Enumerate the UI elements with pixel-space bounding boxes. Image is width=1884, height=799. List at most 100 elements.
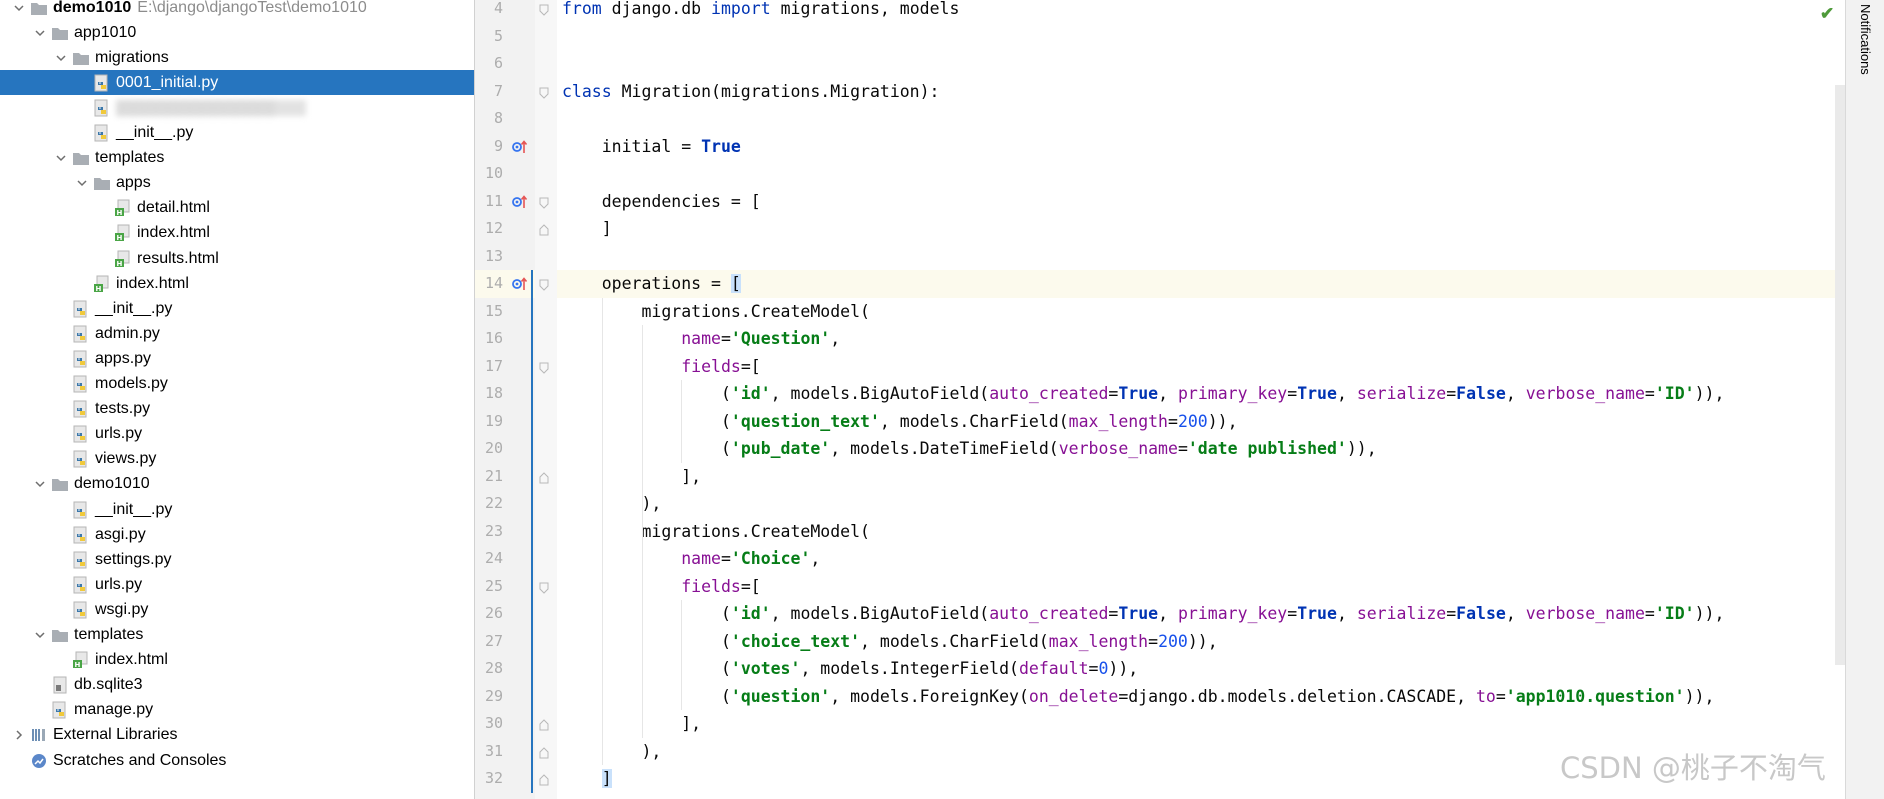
code-line[interactable]: operations = [ [557,270,1845,298]
tree-file[interactable]: urls.py [0,572,474,597]
code-line[interactable]: name='Choice', [557,545,1845,573]
tree-folder[interactable]: apps [0,171,474,196]
code-line[interactable] [557,23,1845,51]
tree-file[interactable]: Hindex.html [0,648,474,673]
code-editor[interactable]: 4 5 6 7 8 9 10 11 12 13 14 15 16 17 18 19 20 21 22 23 24 25 26… [475,0,1845,799]
code-line[interactable]: ('id', models.BigAutoField(auto_created=… [557,600,1845,628]
code-line[interactable] [557,160,1845,188]
code-text: ), [562,741,662,761]
tree-file[interactable]: asgi.py [0,522,474,547]
editor-scrollbar[interactable] [1835,85,1845,665]
override-marker-icon[interactable] [511,275,529,293]
code-line[interactable]: ), [557,490,1845,518]
tree-item-label: db.sqlite3 [74,676,143,694]
fold-icon[interactable] [539,86,549,99]
code-line[interactable]: ], [557,710,1845,738]
tree-file[interactable]: wsgi.py [0,597,474,622]
chevron-down-icon[interactable] [75,176,89,190]
folder-icon [51,475,69,493]
override-marker-icon[interactable] [511,193,529,211]
python-file-icon [72,425,90,443]
fold-icon[interactable] [539,278,549,291]
tree-file[interactable]: Scratches and Consoles [0,748,474,773]
fold-icon[interactable] [539,718,549,731]
tree-file[interactable]: urls.py [0,422,474,447]
fold-icon[interactable] [539,361,549,374]
tree-file[interactable]: Hindex.html [0,221,474,246]
code-line[interactable]: ], [557,463,1845,491]
python-file-icon [72,576,90,594]
code-text: ('question', models.ForeignKey(on_delete… [562,686,1715,706]
tree-folder[interactable]: app1010 [0,20,474,45]
chevron-down-icon[interactable] [33,477,47,491]
code-text: ('votes', models.IntegerField(default=0)… [562,659,1139,679]
tree-file[interactable]: __init__.py [0,497,474,522]
python-file-icon [72,325,90,343]
code-line[interactable]: ('votes', models.IntegerField(default=0)… [557,655,1845,683]
code-line[interactable]: fields=[ [557,353,1845,381]
fold-icon[interactable] [539,3,549,16]
fold-icon[interactable] [539,581,549,594]
tree-folder[interactable]: demo1010 [0,472,474,497]
tree-file[interactable]: manage.py [0,698,474,723]
code-line[interactable]: migrations.CreateModel( [557,518,1845,546]
line-number: 14 [484,274,503,292]
tree-file[interactable]: settings.py [0,547,474,572]
tree-file[interactable]: Hindex.html [0,271,474,296]
tree-file[interactable]: External Libraries [0,723,474,748]
chevron-down-icon[interactable] [54,51,68,65]
chevron-down-icon[interactable] [54,151,68,165]
code-line[interactable]: fields=[ [557,573,1845,601]
code-line[interactable] [557,243,1845,271]
tree-file[interactable]: Hdetail.html [0,196,474,221]
code-line[interactable]: ('pub_date', models.DateTimeField(verbos… [557,435,1845,463]
tree-file[interactable]: __init__.py [0,296,474,321]
tree-file[interactable]: 0001_initial.py [0,70,474,96]
fold-icon[interactable] [539,471,549,483]
tree-folder[interactable]: templates [0,623,474,648]
tree-file[interactable]: Hresults.html [0,246,474,271]
tree-file[interactable]: db.sqlite3 [0,673,474,698]
fold-icon[interactable] [539,746,549,758]
code-line[interactable] [557,105,1845,133]
tree-folder[interactable]: templates [0,146,474,171]
code-line[interactable]: from django.db import migrations, models [557,0,1845,23]
fold-icon[interactable] [539,773,549,786]
tree-file[interactable]: models.py [0,372,474,397]
chevron-down-icon[interactable] [33,26,47,40]
no-problems-check-icon[interactable]: ✔ [1820,4,1838,23]
python-file-icon [72,551,90,569]
tree-file[interactable]: views.py [0,447,474,472]
fold-icon[interactable] [539,223,549,236]
chevron-down-icon[interactable] [33,628,47,642]
code-line[interactable]: ('question', models.ForeignKey(on_delete… [557,683,1845,711]
code-line[interactable]: dependencies = [ [557,188,1845,216]
tree-folder[interactable]: demo1010 E:\django\djangoTest\demo1010 [0,0,474,20]
code-line[interactable]: class Migration(migrations.Migration): [557,78,1845,106]
python-file-icon [93,99,111,117]
notifications-tab[interactable]: Notifications [1858,4,1873,75]
tree-file[interactable]: tests.py [0,397,474,422]
code-line[interactable] [557,50,1845,78]
tree-folder[interactable]: migrations [0,45,474,70]
tree-file[interactable]: __init__.py [0,121,474,146]
svg-text:H: H [117,234,123,242]
tree-item-label: index.html [95,651,168,669]
override-marker-icon[interactable] [511,138,529,156]
code-area[interactable]: from django.db import migrations, models… [557,0,1845,799]
code-line[interactable]: ] [557,215,1845,243]
chevron-down-icon[interactable] [12,1,26,15]
tree-file[interactable]: apps.py [0,346,474,371]
code-text: migrations.CreateModel( [562,301,870,321]
tree-file[interactable]: ░░░░░░░░░░░░░░ [0,95,474,120]
code-line[interactable]: ('id', models.BigAutoField(auto_created=… [557,380,1845,408]
code-line[interactable]: initial = True [557,133,1845,161]
code-line[interactable]: ('choice_text', models.CharField(max_len… [557,628,1845,656]
fold-icon[interactable] [539,196,549,209]
code-line[interactable]: ('question_text', models.CharField(max_l… [557,408,1845,436]
chevron-right-icon[interactable] [12,728,26,742]
code-line[interactable]: migrations.CreateModel( [557,298,1845,326]
python-file-icon [51,701,69,719]
code-line[interactable]: name='Question', [557,325,1845,353]
tree-file[interactable]: admin.py [0,321,474,346]
